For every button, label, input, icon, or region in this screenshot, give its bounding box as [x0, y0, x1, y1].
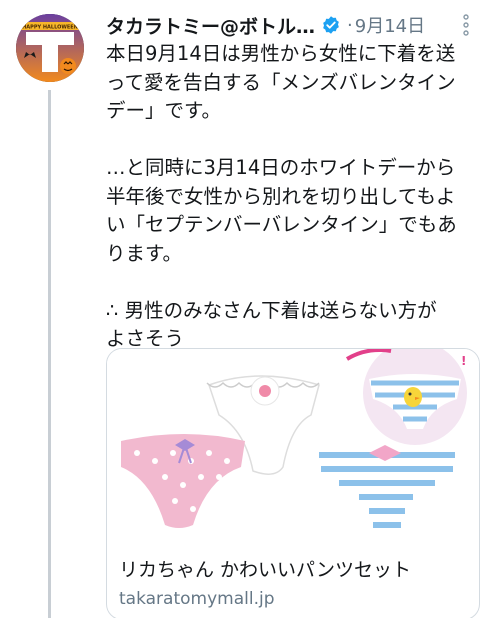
card-image-panties[interactable]: ! — [107, 349, 479, 539]
separator-dot: · — [347, 14, 353, 36]
display-name[interactable]: タカラトミー@ボトル… — [106, 12, 315, 39]
avatar[interactable]: HAPPY HALLOWEEN — [16, 14, 84, 82]
link-card[interactable]: ! リカちゃん かわいいパンツセット takaratomymall.jp — [106, 348, 480, 618]
more-vertical-icon[interactable] — [462, 14, 470, 36]
svg-text:!: ! — [461, 354, 466, 368]
halloween-avatar-icon: HAPPY HALLOWEEN — [16, 14, 84, 82]
tweet-date[interactable]: 9月14日 — [355, 12, 425, 38]
card-title[interactable]: リカちゃん かわいいパンツセット — [119, 555, 411, 582]
card-domain: takaratomymall.jp — [119, 589, 275, 609]
verified-badge-icon — [323, 16, 339, 34]
tweet[interactable]: HAPPY HALLOWEEN タカラトミー@ボトル… · 9月14日 本日9月… — [0, 0, 496, 618]
avatar-banner-text: HAPPY HALLOWEEN — [22, 25, 78, 31]
tweet-text: 本日9月14日は男性から女性に下着を送 って愛を告白する「メンズバレンタイン デ… — [106, 42, 457, 350]
thread-line — [48, 90, 51, 618]
tweet-header: タカラトミー@ボトル… · 9月14日 — [106, 10, 486, 40]
